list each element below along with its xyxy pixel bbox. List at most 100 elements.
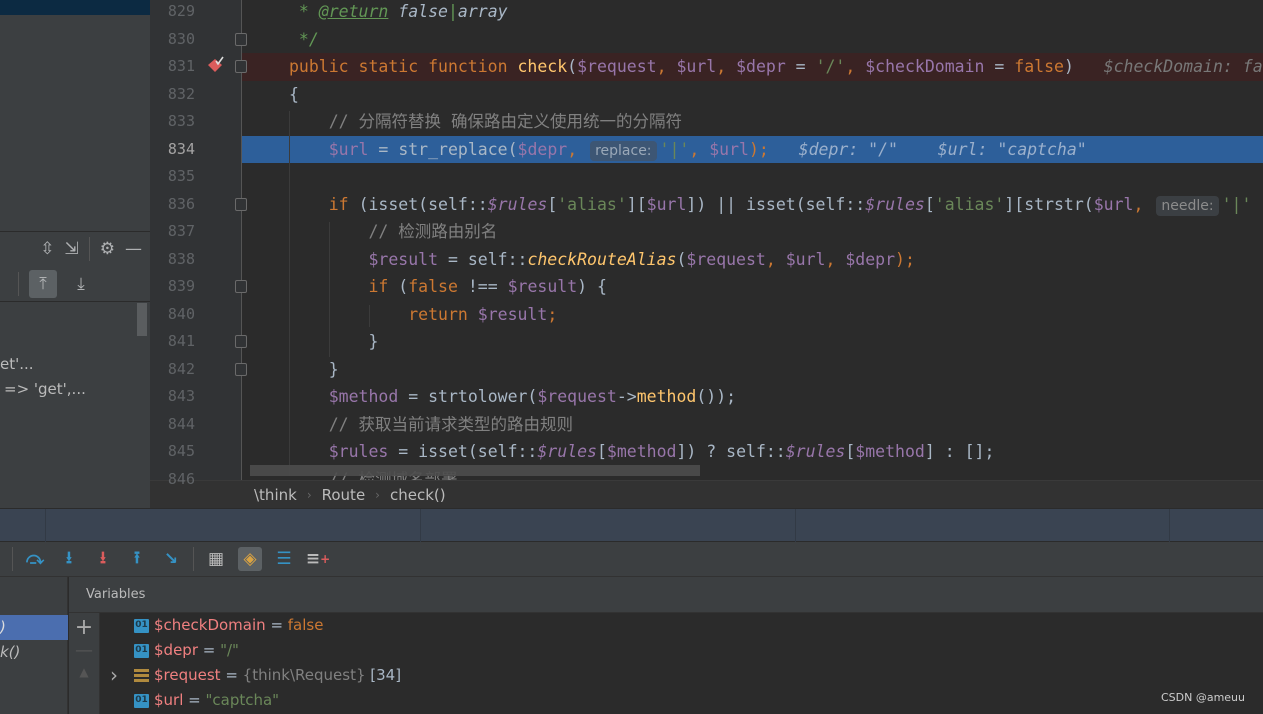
watermark: CSDN @ameuu	[1160, 691, 1245, 704]
code-line[interactable]: // 获取当前请求类型的路由规则	[242, 411, 1263, 439]
fold-icon[interactable]	[235, 362, 247, 376]
code-token: ,	[765, 249, 786, 269]
line-number[interactable]: 838	[150, 246, 195, 274]
code-line[interactable]: }	[242, 328, 1263, 356]
fold-icon[interactable]	[235, 197, 247, 211]
line-number[interactable]: 840	[150, 301, 195, 329]
code-line[interactable]: $url = str_replace($depr, replace: '|', $…	[242, 135, 1263, 163]
expand-all-icon[interactable]: ⇳	[40, 239, 54, 259]
code-token: '|'	[1221, 194, 1252, 214]
force-step-into-icon[interactable]: ⭳	[91, 547, 115, 571]
horizontal-scrollbar[interactable]	[250, 465, 700, 476]
line-number[interactable]: 836	[150, 191, 195, 219]
fold-icon[interactable]	[235, 335, 247, 348]
code-token: $result	[507, 277, 578, 296]
code-line[interactable]: }	[242, 356, 1263, 384]
line-number[interactable]: 845	[150, 438, 195, 466]
frame-item[interactable]: k()	[0, 643, 20, 661]
code-token: [	[845, 442, 856, 461]
code-line[interactable]: if (false !== $result) {	[242, 273, 1263, 301]
divider	[88, 237, 90, 261]
fold-icon[interactable]	[235, 32, 247, 46]
line-number[interactable]: 843	[150, 383, 195, 411]
code-line[interactable]: // 分隔符替换 确保路由定义使用统一的分隔符	[242, 108, 1263, 136]
code-line[interactable]: $rules = isset(self::$rules[$method]) ? …	[242, 438, 1263, 466]
line-number[interactable]: 831	[150, 53, 195, 81]
gear-icon[interactable]: ⚙	[100, 239, 115, 259]
left-panel-scrollbar[interactable]	[137, 303, 147, 336]
frame-item-selected[interactable]: )	[0, 615, 68, 640]
scroll-down-icon[interactable]: ⤓	[67, 270, 95, 298]
code-token: $rules	[865, 194, 925, 214]
constants-icon[interactable]: ◈	[238, 547, 262, 571]
line-number[interactable]: 846	[150, 466, 195, 494]
breakpoint-icon[interactable]	[205, 55, 225, 75]
variable-row[interactable]: 01 $url = "captcha"	[134, 688, 279, 713]
code-token: }	[289, 332, 379, 351]
code-token: $result	[368, 249, 439, 269]
evaluate-expression-icon[interactable]: ▦	[204, 547, 228, 571]
code-token: ] : [];	[924, 442, 995, 461]
code-line[interactable]: {	[242, 81, 1263, 109]
code-line[interactable]: // 检测路由别名	[242, 218, 1263, 246]
variable-value: {think\Request}	[242, 666, 366, 684]
expand-chevron-icon[interactable]: ›	[110, 663, 118, 688]
code-token: ,	[656, 57, 677, 76]
variable-row[interactable]: 01 $depr = "/"	[134, 638, 239, 663]
variable-name: $url	[154, 691, 184, 709]
code-token: $method	[855, 442, 925, 461]
line-number[interactable]: 841	[150, 328, 195, 356]
code-token: $url	[785, 249, 826, 269]
code-token: |	[447, 2, 458, 21]
variable-text: $url = "captcha"	[154, 688, 279, 713]
code-line[interactable]: if (isset(self::$rules['alias'][$url]) |…	[242, 191, 1263, 219]
variable-row[interactable]: › $request = {think\Request} [34]	[110, 663, 401, 688]
code-line[interactable]: public static function check($request, $…	[242, 53, 1263, 81]
line-number[interactable]: 833	[150, 108, 195, 136]
object-icon	[134, 669, 149, 682]
line-number[interactable]: 837	[150, 218, 195, 246]
run-to-cursor-icon[interactable]: ↘	[159, 547, 183, 571]
variable-text: $depr = "/"	[154, 638, 239, 663]
primitive-icon: 01	[134, 693, 149, 708]
step-into-icon[interactable]: ⭳	[57, 547, 81, 571]
code-token: }	[289, 359, 339, 379]
line-number[interactable]: 830	[150, 26, 195, 54]
breadcrumb-namespace[interactable]: \think	[254, 486, 297, 504]
add-watch-icon[interactable]: ≡ +	[306, 547, 330, 571]
variable-row[interactable]: 01 $checkDomain = false	[134, 613, 323, 638]
breadcrumb-class[interactable]: Route	[322, 486, 366, 504]
fold-icon[interactable]	[235, 60, 247, 73]
line-number[interactable]: 834	[150, 136, 195, 164]
code-line[interactable]: * @return false|array	[242, 0, 1263, 26]
left-panel-text: => 'get',...	[4, 380, 86, 398]
numbered-list-icon[interactable]: ☰	[272, 547, 296, 571]
inline-debug-value: $checkDomain: false	[1103, 57, 1263, 76]
code-token: (	[676, 249, 687, 269]
line-number[interactable]: 835	[150, 163, 195, 191]
code-line[interactable]: return $result;	[242, 301, 1263, 329]
line-number[interactable]: 829	[150, 0, 195, 26]
line-number[interactable]: 839	[150, 273, 195, 301]
code-token: $rules	[328, 442, 389, 461]
line-number[interactable]: 842	[150, 356, 195, 384]
code-line[interactable]	[242, 163, 1263, 191]
code-line[interactable]: $result = self::checkRouteAlias($request…	[242, 246, 1263, 274]
scroll-up-icon[interactable]: ⤒	[29, 269, 57, 298]
add-icon[interactable]: +	[69, 615, 99, 640]
step-out-icon[interactable]: ⭱	[125, 547, 149, 571]
fold-icon[interactable]	[235, 280, 247, 293]
code-line[interactable]: */	[242, 26, 1263, 54]
line-number[interactable]: 832	[150, 81, 195, 109]
code-line[interactable]: $method = strtolower($request->method())…	[242, 383, 1263, 411]
remove-icon[interactable]: —	[69, 640, 99, 661]
step-over-icon[interactable]: ⤼	[23, 547, 47, 571]
move-up-icon[interactable]: ▲	[69, 665, 99, 679]
collapse-all-icon[interactable]: ⇲	[65, 239, 79, 259]
code-token: '/'	[815, 57, 846, 76]
minimize-icon[interactable]: —	[125, 239, 142, 259]
breadcrumb-method[interactable]: check()	[390, 486, 446, 504]
line-number[interactable]: 844	[150, 411, 195, 439]
code-token: ,	[689, 139, 710, 159]
code-token: =	[984, 57, 1015, 76]
